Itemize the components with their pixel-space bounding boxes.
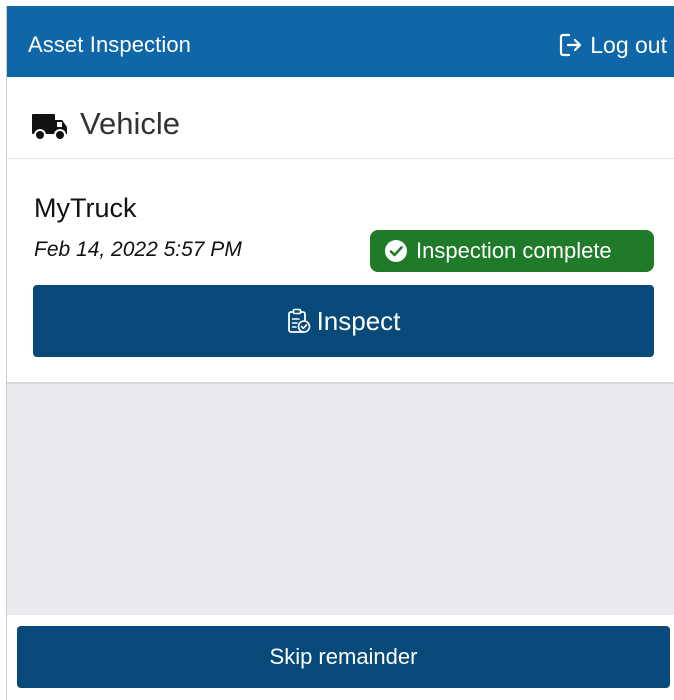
app-header: Asset Inspection Log out [7, 6, 674, 77]
asset-timestamp: Feb 14, 2022 5:57 PM [34, 238, 242, 261]
logout-label: Log out [590, 31, 667, 58]
inspect-button[interactable]: Inspect [33, 285, 654, 357]
check-circle-icon [384, 239, 408, 263]
skip-remainder-button[interactable]: Skip remainder [17, 626, 670, 688]
footer-bar: Skip remainder [7, 615, 674, 700]
skip-remainder-label: Skip remainder [269, 644, 418, 669]
asset-name: MyTruck [34, 193, 137, 223]
asset-card: MyTruck Feb 14, 2022 5:57 PM Inspection … [7, 159, 674, 384]
sign-out-icon [558, 32, 584, 58]
status-label: Inspection complete [416, 238, 612, 263]
clipboard-check-icon [287, 308, 311, 334]
section-header: Vehicle [7, 77, 674, 159]
status-badge: Inspection complete [370, 230, 654, 272]
truck-icon [32, 114, 68, 146]
inspect-label: Inspect [316, 305, 401, 336]
app-title: Asset Inspection [28, 32, 192, 57]
logout-button[interactable]: Log out [558, 30, 667, 60]
app-window: Asset Inspection Log out Vehicle MyTruck… [6, 6, 674, 700]
section-title: Vehicle [80, 106, 180, 141]
